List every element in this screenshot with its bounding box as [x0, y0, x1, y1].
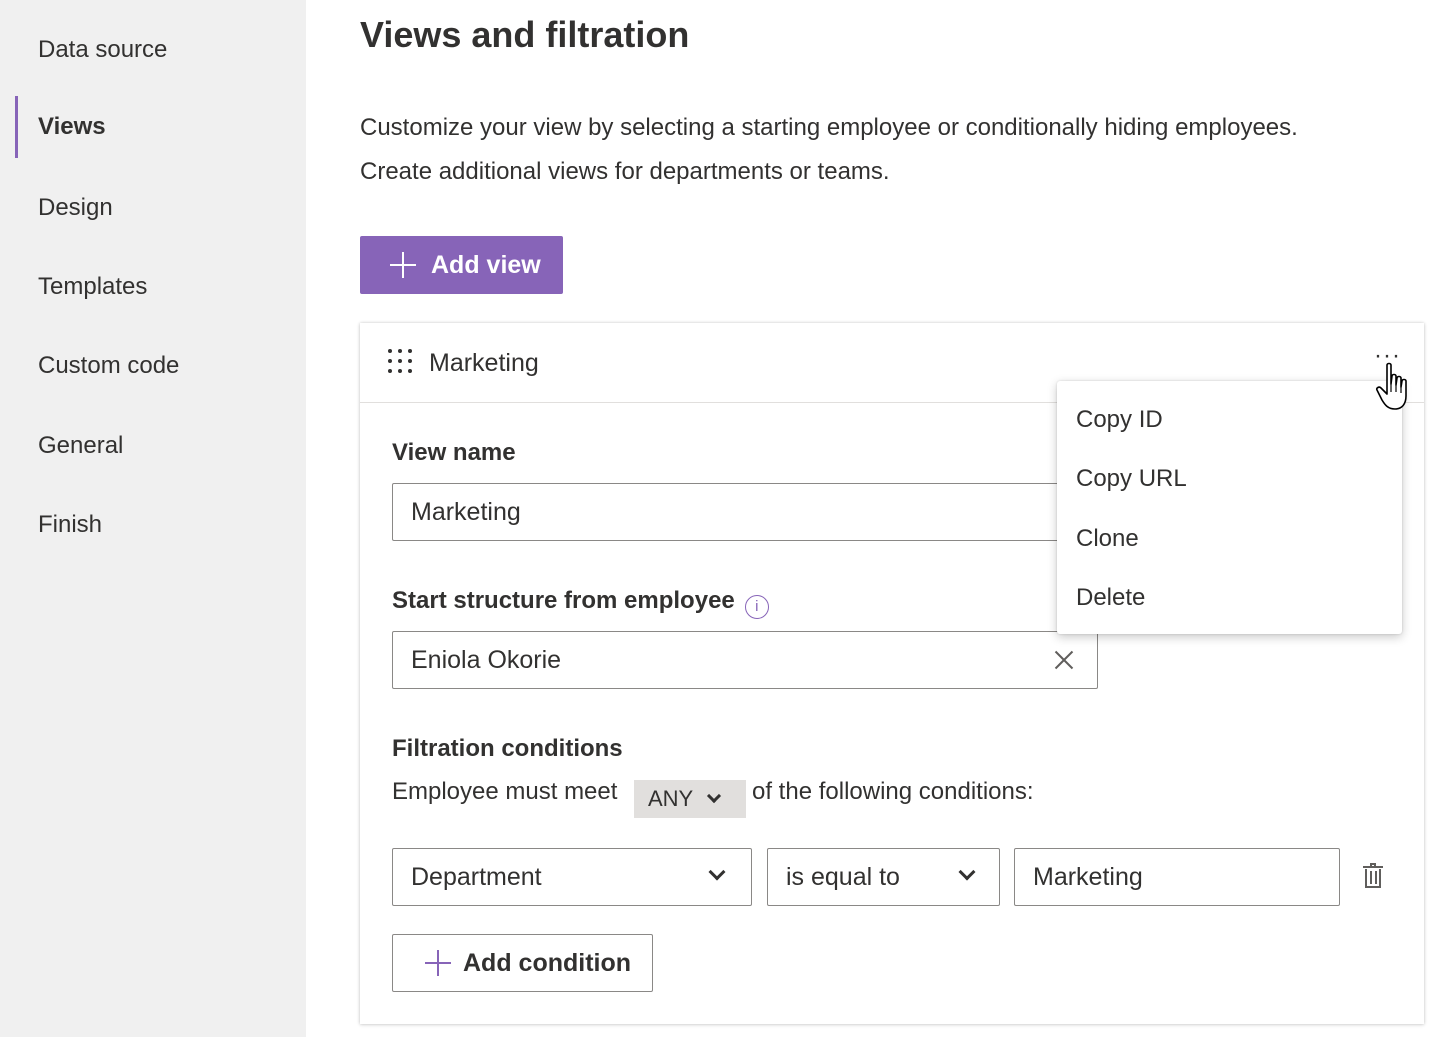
add-condition-label: Add condition — [463, 948, 632, 977]
condition-operator-select[interactable]: is equal to — [767, 848, 1000, 906]
condition-field-value: Department — [411, 862, 542, 891]
hand-cursor-icon — [1376, 362, 1407, 410]
page-description-secondary: Create additional views for departments … — [360, 158, 890, 185]
view-name-value: Marketing — [411, 497, 521, 526]
sidebar-item-templates[interactable]: Templates — [0, 262, 306, 312]
view-context-menu: Copy ID Copy URL Clone Delete — [1057, 381, 1402, 634]
drag-handle-icon[interactable] — [388, 349, 414, 375]
start-employee-value: Eniola Okorie — [411, 645, 562, 674]
info-icon[interactable]: i — [744, 595, 769, 619]
sidebar-item-finish[interactable]: Finish — [0, 500, 306, 550]
condition-prefix-text: Employee must meet — [392, 778, 618, 805]
chevron-down-icon — [958, 863, 976, 881]
match-mode-dropdown[interactable]: ANY — [634, 780, 746, 818]
page-title: Views and filtration — [360, 14, 690, 55]
view-name-label: View name — [392, 439, 516, 466]
condition-value-text: Marketing — [1033, 862, 1143, 891]
start-employee-picker[interactable]: Eniola Okorie — [392, 631, 1098, 689]
view-card-title: Marketing — [429, 349, 539, 377]
condition-value-input[interactable]: Marketing — [1014, 848, 1340, 906]
chevron-down-icon — [707, 788, 722, 804]
add-condition-button[interactable]: Add condition — [392, 934, 653, 992]
menu-item-clone[interactable]: Clone — [1057, 511, 1402, 567]
sidebar-item-data-source[interactable]: Data source — [0, 25, 306, 75]
menu-item-delete[interactable]: Delete — [1057, 570, 1402, 626]
condition-operator-value: is equal to — [786, 862, 900, 891]
sidebar: Data source Views Design Templates Custo… — [0, 0, 306, 1037]
menu-item-copy-id[interactable]: Copy ID — [1057, 392, 1402, 448]
start-structure-label: Start structure from employee i — [392, 587, 769, 619]
condition-suffix-text: of the following conditions: — [752, 778, 1034, 805]
page-description: Customize your view by selecting a start… — [360, 114, 1298, 141]
clear-icon[interactable] — [1053, 648, 1075, 670]
sidebar-item-general[interactable]: General — [0, 421, 306, 471]
add-view-label: Add view — [431, 250, 541, 279]
delete-condition-icon[interactable] — [1363, 863, 1383, 888]
menu-item-copy-url[interactable]: Copy URL — [1057, 451, 1402, 507]
start-structure-label-text: Start structure from employee — [392, 587, 735, 614]
view-name-input[interactable]: Marketing — [392, 483, 1098, 541]
condition-field-select[interactable]: Department — [392, 848, 752, 906]
match-mode-value: ANY — [648, 786, 694, 811]
chevron-down-icon — [708, 863, 726, 881]
plus-icon — [425, 950, 451, 976]
filtration-conditions-label: Filtration conditions — [392, 735, 623, 762]
sidebar-item-custom-code[interactable]: Custom code — [0, 341, 306, 391]
plus-icon — [390, 252, 416, 278]
sidebar-item-design[interactable]: Design — [0, 183, 306, 233]
add-view-button[interactable]: Add view — [360, 236, 563, 294]
sidebar-item-views[interactable]: Views — [0, 96, 306, 158]
